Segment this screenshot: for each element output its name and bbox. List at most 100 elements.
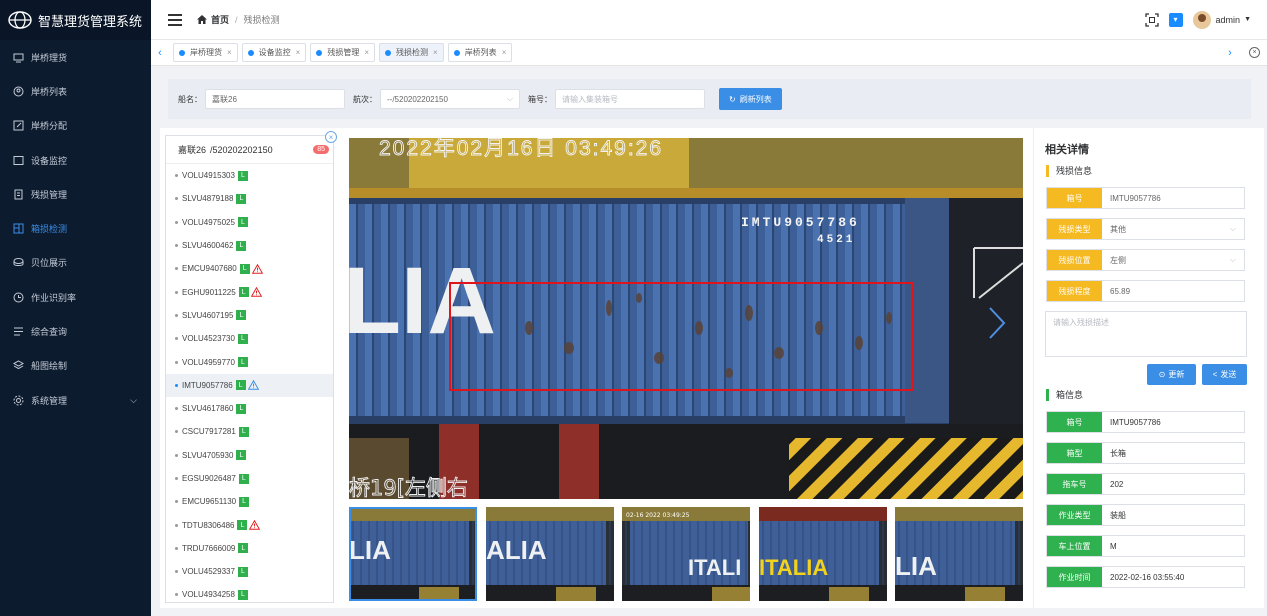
list-item[interactable]: VOLU4934258 L: [166, 583, 333, 602]
tab-2[interactable]: 残损管理 ×: [310, 43, 376, 62]
list-item[interactable]: VOLU4529337 L: [166, 560, 333, 583]
sidebar-item-0[interactable]: 岸桥理货: [0, 40, 151, 74]
sidebar-item-7[interactable]: 作业识别率: [0, 280, 151, 314]
close-icon[interactable]: ×: [502, 48, 507, 57]
list-item[interactable]: TRDU7666009 L: [166, 537, 333, 560]
bullet-icon: [175, 290, 178, 294]
thumbnail-text: ITALI: [688, 555, 741, 580]
field-value-text: 65.89: [1110, 286, 1131, 296]
bullet-icon: [175, 267, 178, 271]
list-item[interactable]: EMCU9651130 L: [166, 490, 333, 513]
field-value[interactable]: 65.89: [1102, 281, 1244, 301]
tab-3[interactable]: 残损检测 ×: [379, 43, 444, 62]
l-tag: L: [237, 357, 248, 368]
box-section-header: 箱信息: [1046, 388, 1083, 401]
sidebar-item-3[interactable]: 设备监控: [0, 143, 151, 177]
fullscreen-icon[interactable]: [1144, 12, 1159, 27]
logo: 智慧理货管理系统: [0, 0, 151, 40]
voyage-select[interactable]: --/520202202150 ⌵: [380, 89, 520, 109]
close-icon[interactable]: ×: [364, 48, 369, 57]
screen-icon: [13, 155, 24, 165]
update-button[interactable]: ⊙ 更新: [1147, 364, 1196, 385]
tab-4[interactable]: 岸桥列表 ×: [447, 43, 513, 62]
list-item[interactable]: SLVU4607195 L: [166, 304, 333, 327]
container-id: EMCU9407680: [182, 264, 237, 274]
list-item[interactable]: VOLU4975025 L: [166, 211, 333, 234]
thumbnail-text: ITALIA: [759, 555, 828, 580]
thumbnail-text: ALIA: [486, 535, 547, 565]
list-item[interactable]: CSCU7917281 L: [166, 420, 333, 443]
share-icon: <: [1212, 370, 1218, 379]
breadcrumb-separator: /: [235, 14, 238, 25]
send-button[interactable]: < 发送: [1202, 364, 1247, 385]
field-value: 其他 ⌵: [1102, 219, 1244, 239]
list-item[interactable]: VOLU4523730 L: [166, 327, 333, 350]
close-all-tabs-icon[interactable]: ×: [1249, 47, 1260, 58]
sidebar-item-6[interactable]: 贝位展示: [0, 246, 151, 280]
refresh-list-button[interactable]: ↻ 刷新列表: [719, 88, 782, 110]
tab-1[interactable]: 设备监控 ×: [241, 43, 307, 62]
thumbnail-2[interactable]: ITALI 02-16 2022 03:49:25: [622, 507, 750, 601]
list-item[interactable]: IMTU9057786 L: [166, 373, 333, 397]
username[interactable]: admin: [1216, 15, 1241, 25]
list-item[interactable]: VOLU4959770 L: [166, 350, 333, 373]
image-timestamp: 2022年02月16日 03:49:26: [379, 138, 663, 160]
l-tag: L: [236, 240, 247, 251]
list-item[interactable]: SLVU4617860 L: [166, 397, 333, 420]
thumbnail-3[interactable]: ITALIA: [758, 507, 887, 601]
list-item[interactable]: EMCU9407680 L: [166, 257, 333, 280]
dropdown-square-icon[interactable]: ▾: [1168, 12, 1183, 27]
close-icon[interactable]: ×: [227, 48, 232, 57]
list-item[interactable]: SLVU4600462 L: [166, 234, 333, 257]
thumbnail-0[interactable]: LIA: [349, 507, 477, 601]
chevron-down-icon: ⌵: [1229, 224, 1236, 233]
container-id: EMCU9651130: [182, 497, 237, 507]
container-id: VOLU4934258: [182, 590, 235, 600]
ship-input[interactable]: 嘉联26: [205, 89, 345, 109]
tabs-scroll-left-icon[interactable]: ‹: [151, 47, 169, 59]
damage-field-2[interactable]: 残损位置 左侧 ⌵: [1046, 249, 1245, 271]
container-id: IMTU9057786: [182, 380, 233, 390]
sidebar-item-1[interactable]: 岸桥列表: [0, 74, 151, 108]
tabs-scroll-right-icon[interactable]: ›: [1221, 47, 1239, 59]
container-id: EGSU9026487: [182, 474, 236, 483]
list-item[interactable]: VOLU4915303 L: [166, 164, 333, 187]
avatar[interactable]: [1192, 10, 1211, 29]
sidebar-item-9[interactable]: 船图绘制: [0, 349, 151, 383]
damage-section-title: 残损信息: [1056, 166, 1093, 176]
breadcrumb-home[interactable]: 首页: [211, 13, 229, 26]
list-item[interactable]: TDTU8306486 L: [166, 513, 333, 536]
refresh-icon: ↻: [729, 94, 736, 104]
thumbnail-4[interactable]: LIA: [895, 507, 1023, 601]
tab-0[interactable]: 岸桥理货 ×: [173, 43, 238, 62]
sidebar-item-4[interactable]: 残损管理: [0, 177, 151, 211]
l-tag: L: [236, 310, 247, 321]
main-inspection-image: LIA IMTU9057786 4521 2022年02月16日 03:49:2…: [349, 138, 1023, 499]
sidebar-item-8[interactable]: 综合查询: [0, 314, 151, 348]
damage-field-0: 箱号 IMTU9057786: [1046, 187, 1245, 209]
list-item[interactable]: SLVU4705930 L: [166, 444, 333, 467]
sidebar-item-5[interactable]: 箱损检测: [0, 211, 151, 245]
caret-down-icon[interactable]: ▼: [1244, 16, 1251, 23]
list-item[interactable]: SLVU4879188 L: [166, 187, 333, 210]
thumbnail-1[interactable]: ALIA: [485, 507, 614, 601]
menu-toggle-icon[interactable]: [168, 13, 182, 26]
user-circle-icon: [13, 86, 24, 97]
chevron-down-icon: ⌵: [1229, 255, 1236, 264]
damage-description-input[interactable]: 请输入残损描述: [1045, 311, 1247, 357]
list-item[interactable]: EGHU9011225 L: [166, 280, 333, 303]
container-id: VOLU4975025: [182, 217, 235, 227]
field-value[interactable]: IMTU9057786: [1102, 188, 1244, 208]
list-item[interactable]: EGSU9026487 L: [166, 467, 333, 490]
document-icon: [14, 189, 23, 200]
damage-field-1[interactable]: 残损类型 其他 ⌵: [1046, 218, 1245, 240]
sidebar: 智慧理货管理系统 岸桥理货 岸桥列表 岸桥分配 设备监控 残损管理 箱损检测 贝位展示 作业识…: [0, 0, 151, 616]
box-number-input[interactable]: 请输入集装箱号: [555, 89, 705, 109]
close-icon[interactable]: ×: [296, 48, 301, 57]
sidebar-item-10[interactable]: 系统管理 ⌵: [0, 383, 151, 417]
damage-section-header: 残损信息: [1046, 164, 1092, 177]
close-icon[interactable]: ×: [433, 48, 438, 57]
close-list-icon[interactable]: ×: [325, 131, 337, 143]
send-label: 发送: [1220, 370, 1237, 379]
sidebar-item-2[interactable]: 岸桥分配: [0, 109, 151, 143]
